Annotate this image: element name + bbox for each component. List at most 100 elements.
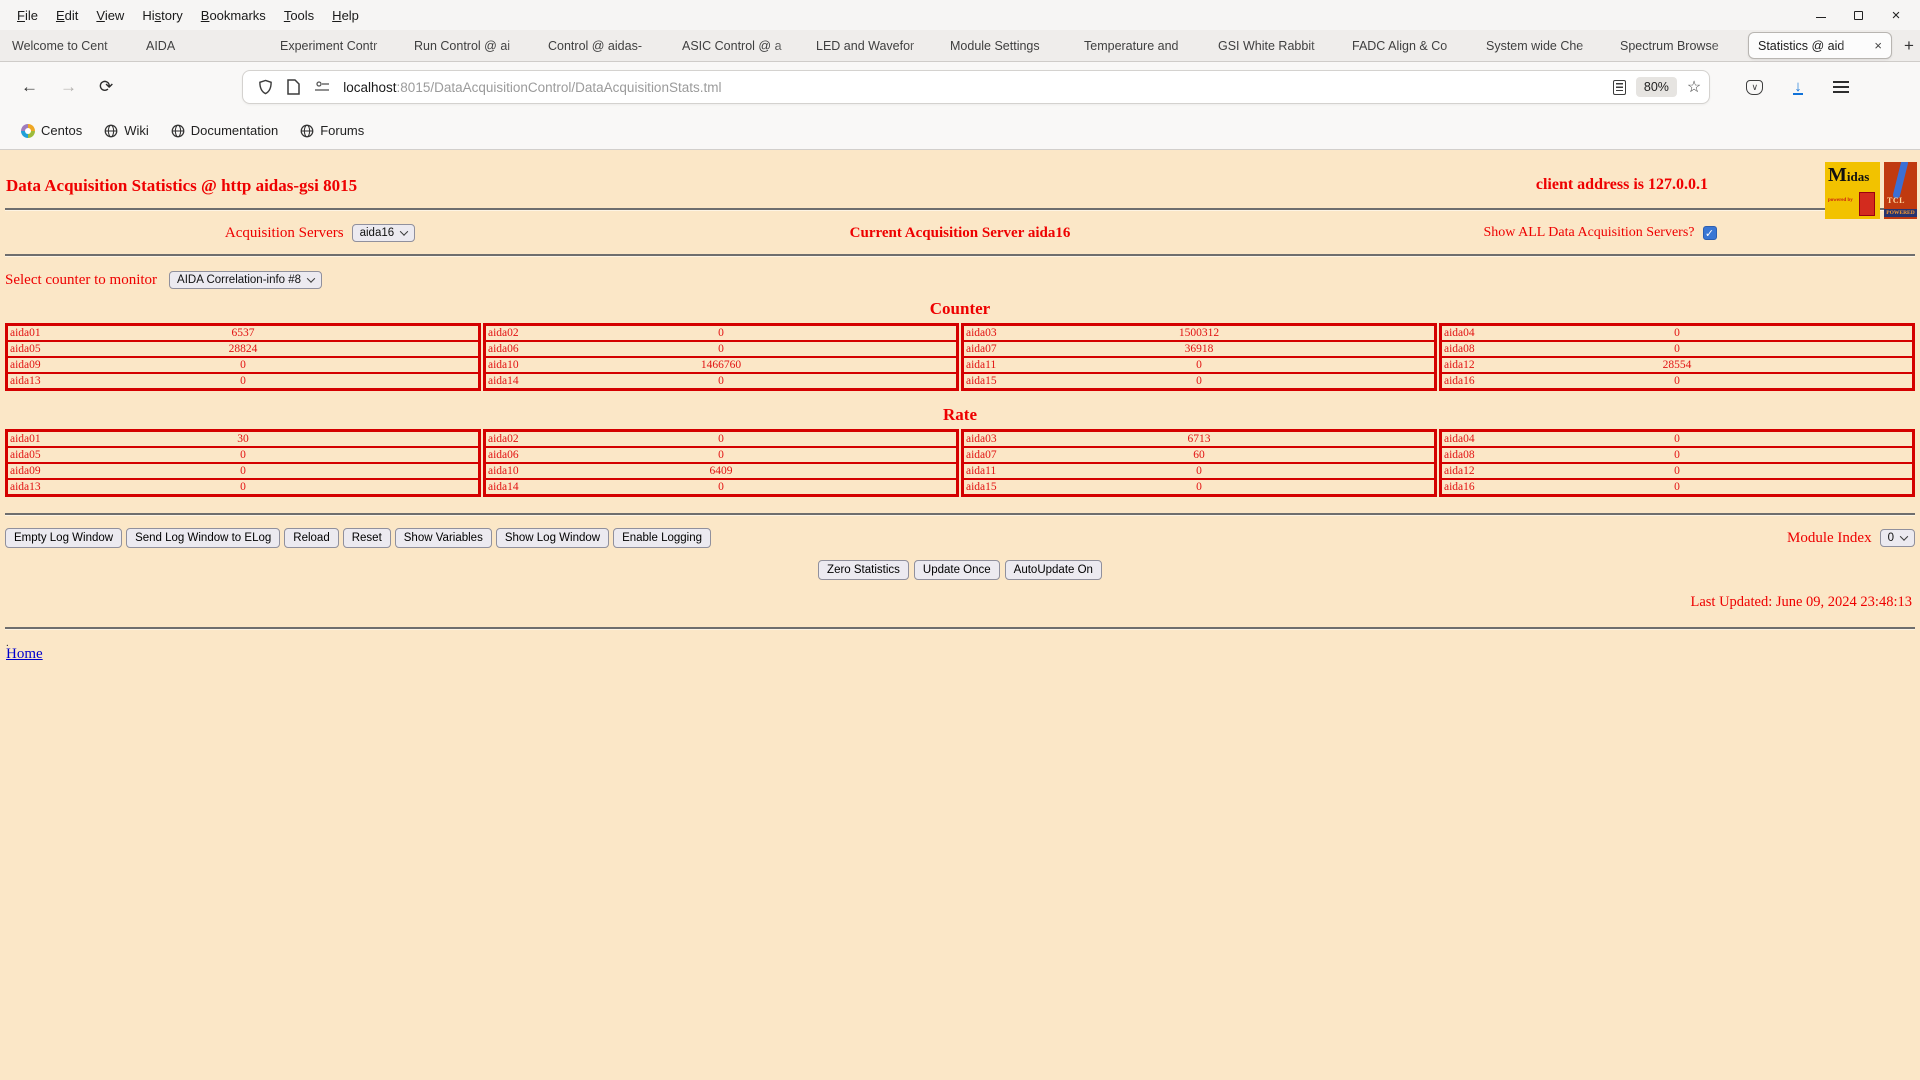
stat-value: 28824 <box>228 343 258 355</box>
tab-spectrum-browse[interactable]: Spectrum Browse <box>1612 30 1746 62</box>
menu-history[interactable]: History <box>133 8 191 23</box>
tab-module-settings[interactable]: Module Settings <box>942 30 1076 62</box>
stat-cell: aida14 0 <box>483 478 959 497</box>
tab-label: Control @ aidas- <box>548 38 642 53</box>
permissions-icon[interactable] <box>307 81 337 93</box>
tcl-logo[interactable]: TCL POWERED <box>1884 162 1917 219</box>
bookmark-star-icon[interactable]: ☆ <box>1687 77 1701 97</box>
menu-hamburger-icon[interactable] <box>1832 81 1849 93</box>
stat-label: aida06 <box>488 343 519 355</box>
tab-experiment-contr[interactable]: Experiment Contr <box>272 30 406 62</box>
stat-cell: aida16 0 <box>1439 478 1915 497</box>
rate-quarter-2: aida02 0 aida06 0 aida10 6409 aida14 0 <box>483 429 959 497</box>
stat-label: aida11 <box>966 359 997 371</box>
shield-icon[interactable] <box>251 79 280 95</box>
new-tab-button[interactable]: + <box>1894 36 1920 56</box>
stat-label: aida16 <box>1444 375 1475 387</box>
tab-welcome-to-cent[interactable]: Welcome to Cent <box>4 30 138 62</box>
empty-log-window-button[interactable]: Empty Log Window <box>5 528 123 548</box>
show-variables-button[interactable]: Show Variables <box>394 528 492 548</box>
tab-control-aidas[interactable]: Control @ aidas- <box>540 30 674 62</box>
reader-view-icon[interactable] <box>1612 79 1626 95</box>
tab-asic-control-a[interactable]: ASIC Control @ a <box>674 30 808 62</box>
maximize-icon[interactable] <box>1853 10 1863 20</box>
acquisition-server-select[interactable]: aida16 <box>351 224 416 242</box>
tab-run-control-ai[interactable]: Run Control @ ai <box>406 30 540 62</box>
send-log-window-to-elog-button[interactable]: Send Log Window to ELog <box>126 528 281 548</box>
rate-heading: Rate <box>943 405 977 424</box>
tab-fadc-align-co[interactable]: FADC Align & Co <box>1344 30 1478 62</box>
home-link[interactable]: Home <box>6 646 43 662</box>
stat-label: aida02 <box>488 433 519 445</box>
tab-aida[interactable]: AIDA <box>138 30 272 62</box>
stat-value: 0 <box>240 359 246 371</box>
tab-system-wide-che[interactable]: System wide Che <box>1478 30 1612 62</box>
show-all-checkbox[interactable]: ✓ <box>1702 226 1717 240</box>
stat-value: 0 <box>1674 449 1680 461</box>
url-text[interactable]: localhost:8015/DataAcquisitionControl/Da… <box>343 80 1613 95</box>
reset-button[interactable]: Reset <box>342 528 391 548</box>
midas-logo-text: Midas <box>1828 164 1870 186</box>
update-once-button[interactable]: Update Once <box>913 560 1000 580</box>
stat-value: 0 <box>718 481 724 493</box>
bookmark-wiki[interactable]: Wiki <box>95 119 158 142</box>
close-window-icon[interactable]: × <box>1890 7 1902 24</box>
autoupdate-on-button[interactable]: AutoUpdate On <box>1004 560 1102 580</box>
tab-statistics-aid[interactable]: Statistics @ aid × <box>1748 32 1892 59</box>
tab-label: Module Settings <box>950 38 1040 53</box>
zoom-level-badge[interactable]: 80% <box>1635 77 1677 97</box>
chevron-down-icon <box>306 274 316 283</box>
stat-label: aida09 <box>10 465 41 477</box>
back-icon[interactable]: ← <box>10 77 49 97</box>
page-info-icon[interactable] <box>280 79 307 95</box>
downloads-icon[interactable]: ↓ <box>1793 79 1803 95</box>
module-index-value: 0 <box>1887 532 1894 544</box>
stat-cell: aida02 0 <box>483 323 959 342</box>
counter-quarter-3: aida03 1500312 aida07 36918 aida11 0 aida15 0 <box>961 323 1437 391</box>
stat-label: aida04 <box>1444 433 1475 445</box>
bookmark-forums[interactable]: Forums <box>291 119 373 142</box>
reload-icon[interactable]: ⟳ <box>88 77 124 97</box>
menu-view[interactable]: View <box>87 8 133 23</box>
counter-heading: Counter <box>929 299 991 318</box>
minimize-icon[interactable] <box>1816 12 1826 18</box>
rate-quarter-1: aida01 30 aida05 0 aida09 0 aida13 0 <box>5 429 481 497</box>
url-bar[interactable]: localhost:8015/DataAcquisitionControl/Da… <box>242 70 1711 104</box>
reload-button[interactable]: Reload <box>284 528 339 548</box>
midas-logo[interactable]: Midas powered by <box>1825 162 1880 219</box>
stat-label: aida14 <box>488 375 519 387</box>
log-controls-row: Empty Log Window Send Log Window to ELog R… <box>5 528 1915 548</box>
tab-label: LED and Wavefor <box>816 38 915 53</box>
midas-figure <box>1859 192 1875 216</box>
stat-value: 0 <box>718 343 724 355</box>
tab-close-icon[interactable]: × <box>1869 38 1887 53</box>
counter-select-row: Select counter to monitor AIDA Correlati… <box>5 271 1920 289</box>
stat-cell: aida08 0 <box>1439 446 1915 464</box>
bookmark-documentation[interactable]: Documentation <box>162 119 287 142</box>
tab-label: GSI White Rabbit <box>1218 38 1315 53</box>
counter-select[interactable]: AIDA Correlation-info #8 <box>169 271 323 289</box>
acquisition-servers-label: Acquisition Servers <box>224 224 344 241</box>
menu-tools[interactable]: Tools <box>275 8 323 23</box>
show-log-window-button[interactable]: Show Log Window <box>495 528 610 548</box>
tab-temperature-and[interactable]: Temperature and <box>1076 30 1210 62</box>
stat-value: 60 <box>1193 449 1205 461</box>
rate-quarter-3: aida03 6713 aida07 60 aida11 0 aida15 0 <box>961 429 1437 497</box>
menu-file[interactable]: File <box>8 8 47 23</box>
stat-label: aida12 <box>1444 359 1475 371</box>
menu-bookmarks[interactable]: Bookmarks <box>192 8 275 23</box>
stat-label: aida03 <box>966 433 997 445</box>
menu-help[interactable]: Help <box>323 8 368 23</box>
menu-edit[interactable]: Edit <box>47 8 87 23</box>
forward-icon[interactable]: → <box>49 77 88 97</box>
enable-logging-button[interactable]: Enable Logging <box>613 528 712 548</box>
bookmark-centos[interactable]: Centos <box>12 119 91 142</box>
bookmark-label: Wiki <box>124 123 149 138</box>
tab-gsi-white-rabbit[interactable]: GSI White Rabbit <box>1210 30 1344 62</box>
module-index-select[interactable]: 0 <box>1879 529 1915 547</box>
stat-value: 0 <box>240 375 246 387</box>
pocket-icon[interactable]: ∨ <box>1746 79 1764 95</box>
zero-statistics-button[interactable]: Zero Statistics <box>818 560 909 580</box>
tab-bar: Welcome to Cent AIDA Experiment Contr Run C… <box>0 30 1920 62</box>
tab-led-and-wavefor[interactable]: LED and Wavefor <box>808 30 942 62</box>
